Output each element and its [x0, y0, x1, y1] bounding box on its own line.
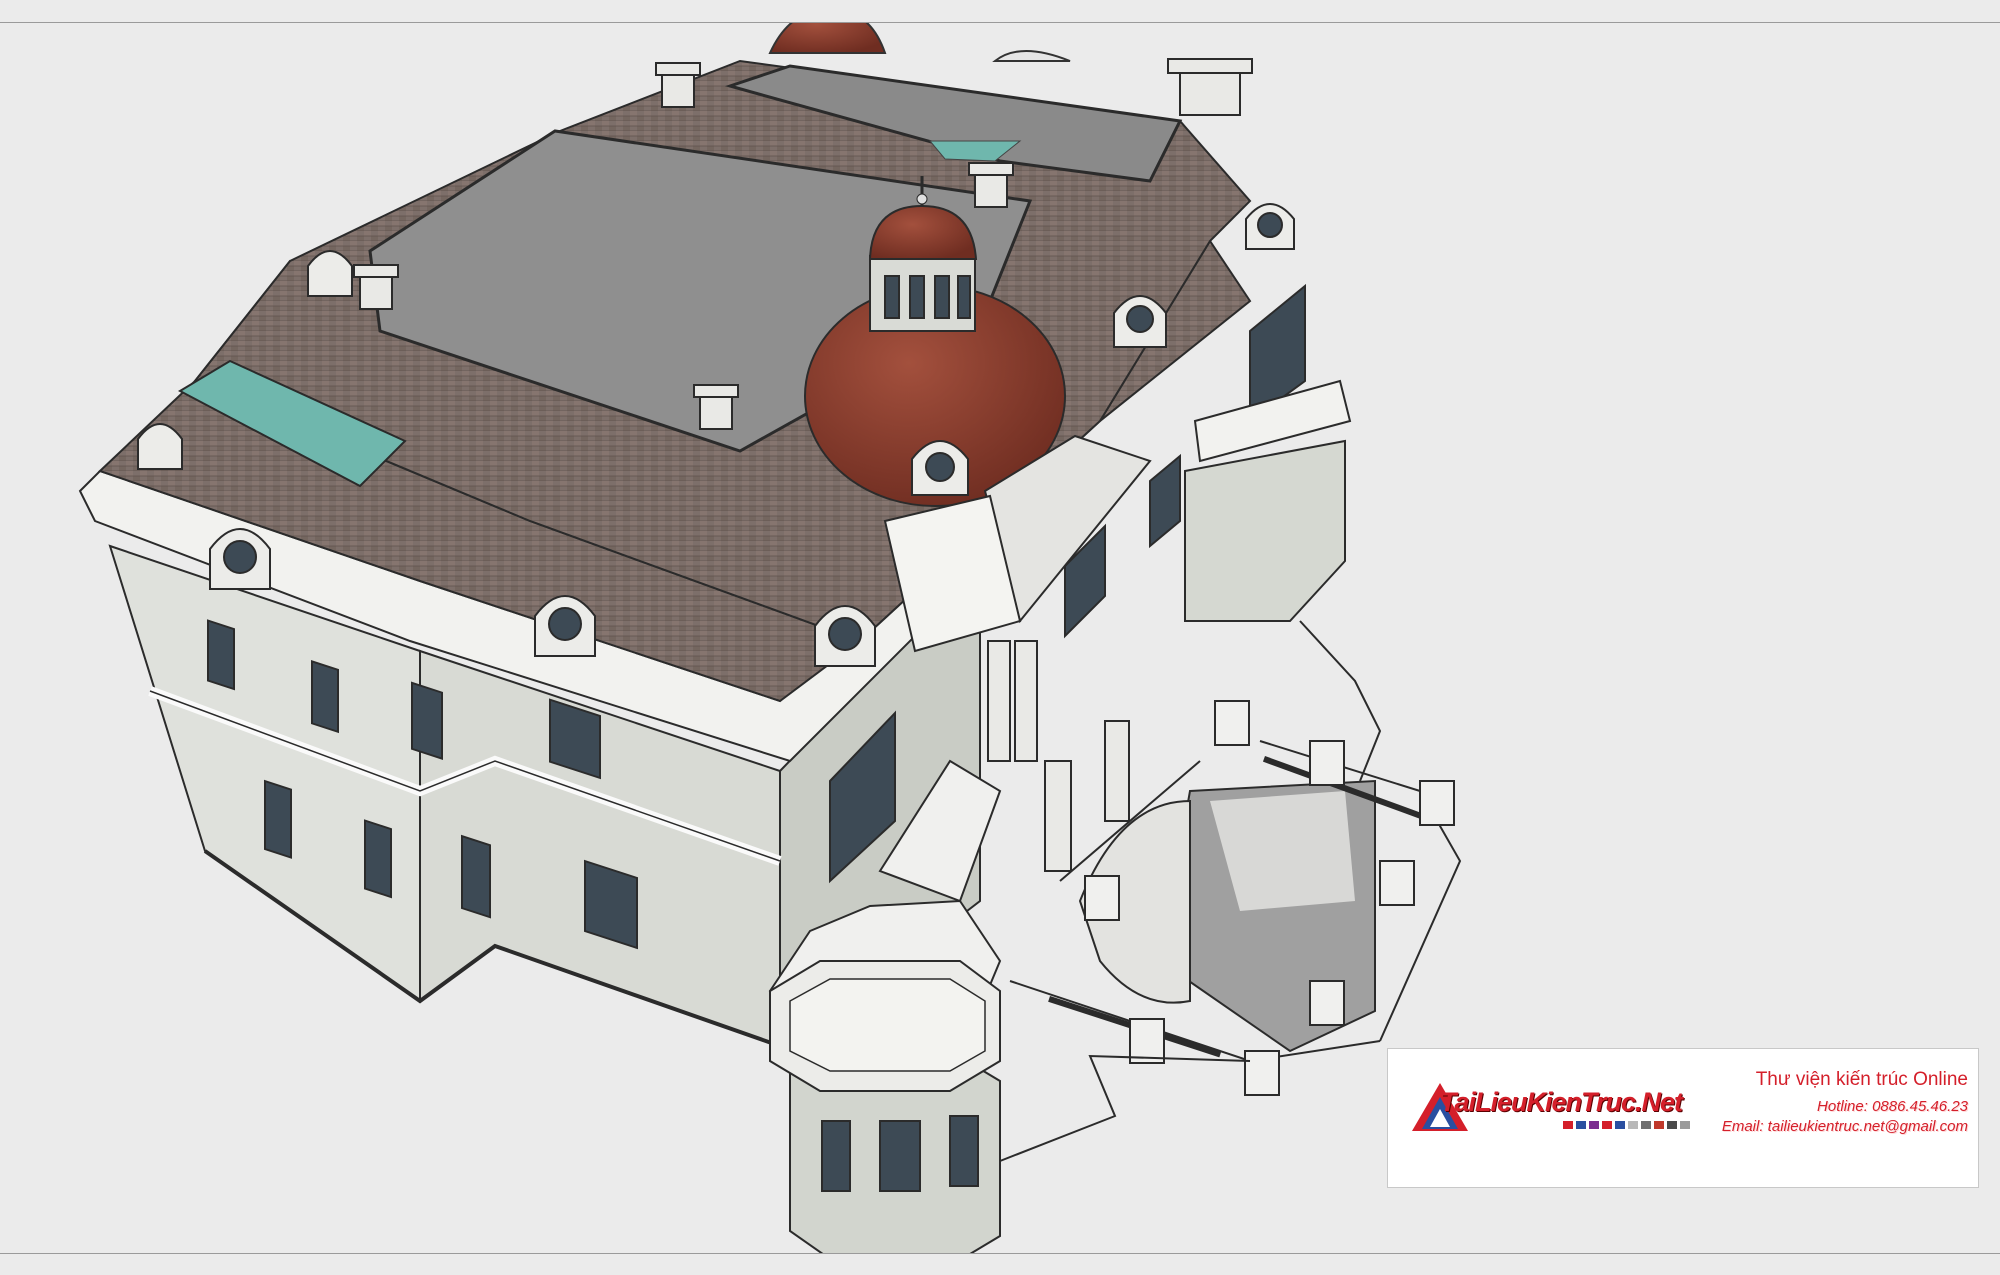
watermark-contact: Thư viện kiến trúc Online Hotline: 0886.… — [1722, 1069, 1968, 1137]
ground-path — [999, 1054, 1251, 1162]
color-swatch — [1680, 1121, 1690, 1129]
rear-dome — [768, 23, 887, 54]
color-swatch — [1641, 1121, 1651, 1129]
color-swatch — [1654, 1121, 1664, 1129]
right-pavilion-wall — [1184, 439, 1346, 622]
watermark-hotline: Hotline: 0886.45.46.23 — [1817, 1098, 1968, 1115]
watermark-title: Thư viện kiến trúc Online — [1755, 1069, 1968, 1090]
color-swatch — [1667, 1121, 1677, 1129]
watermark-panel: TaiLieuKienTruc.Net Thư viện kiến trúc O… — [1387, 1048, 1979, 1188]
logo-color-swatches — [1563, 1121, 1690, 1129]
color-swatch — [1563, 1121, 1573, 1129]
color-swatch — [1602, 1121, 1612, 1129]
color-swatch — [1615, 1121, 1625, 1129]
color-swatch — [1576, 1121, 1586, 1129]
portico-columns — [987, 640, 1130, 872]
tower-windows — [821, 1115, 979, 1192]
logo-text: TaiLieuKienTruc.Net — [1440, 1087, 1683, 1117]
watermark-email: Email: tailieukientruc.net@gmail.com — [1721, 1118, 1968, 1135]
color-swatch — [1589, 1121, 1599, 1129]
color-swatch — [1628, 1121, 1638, 1129]
